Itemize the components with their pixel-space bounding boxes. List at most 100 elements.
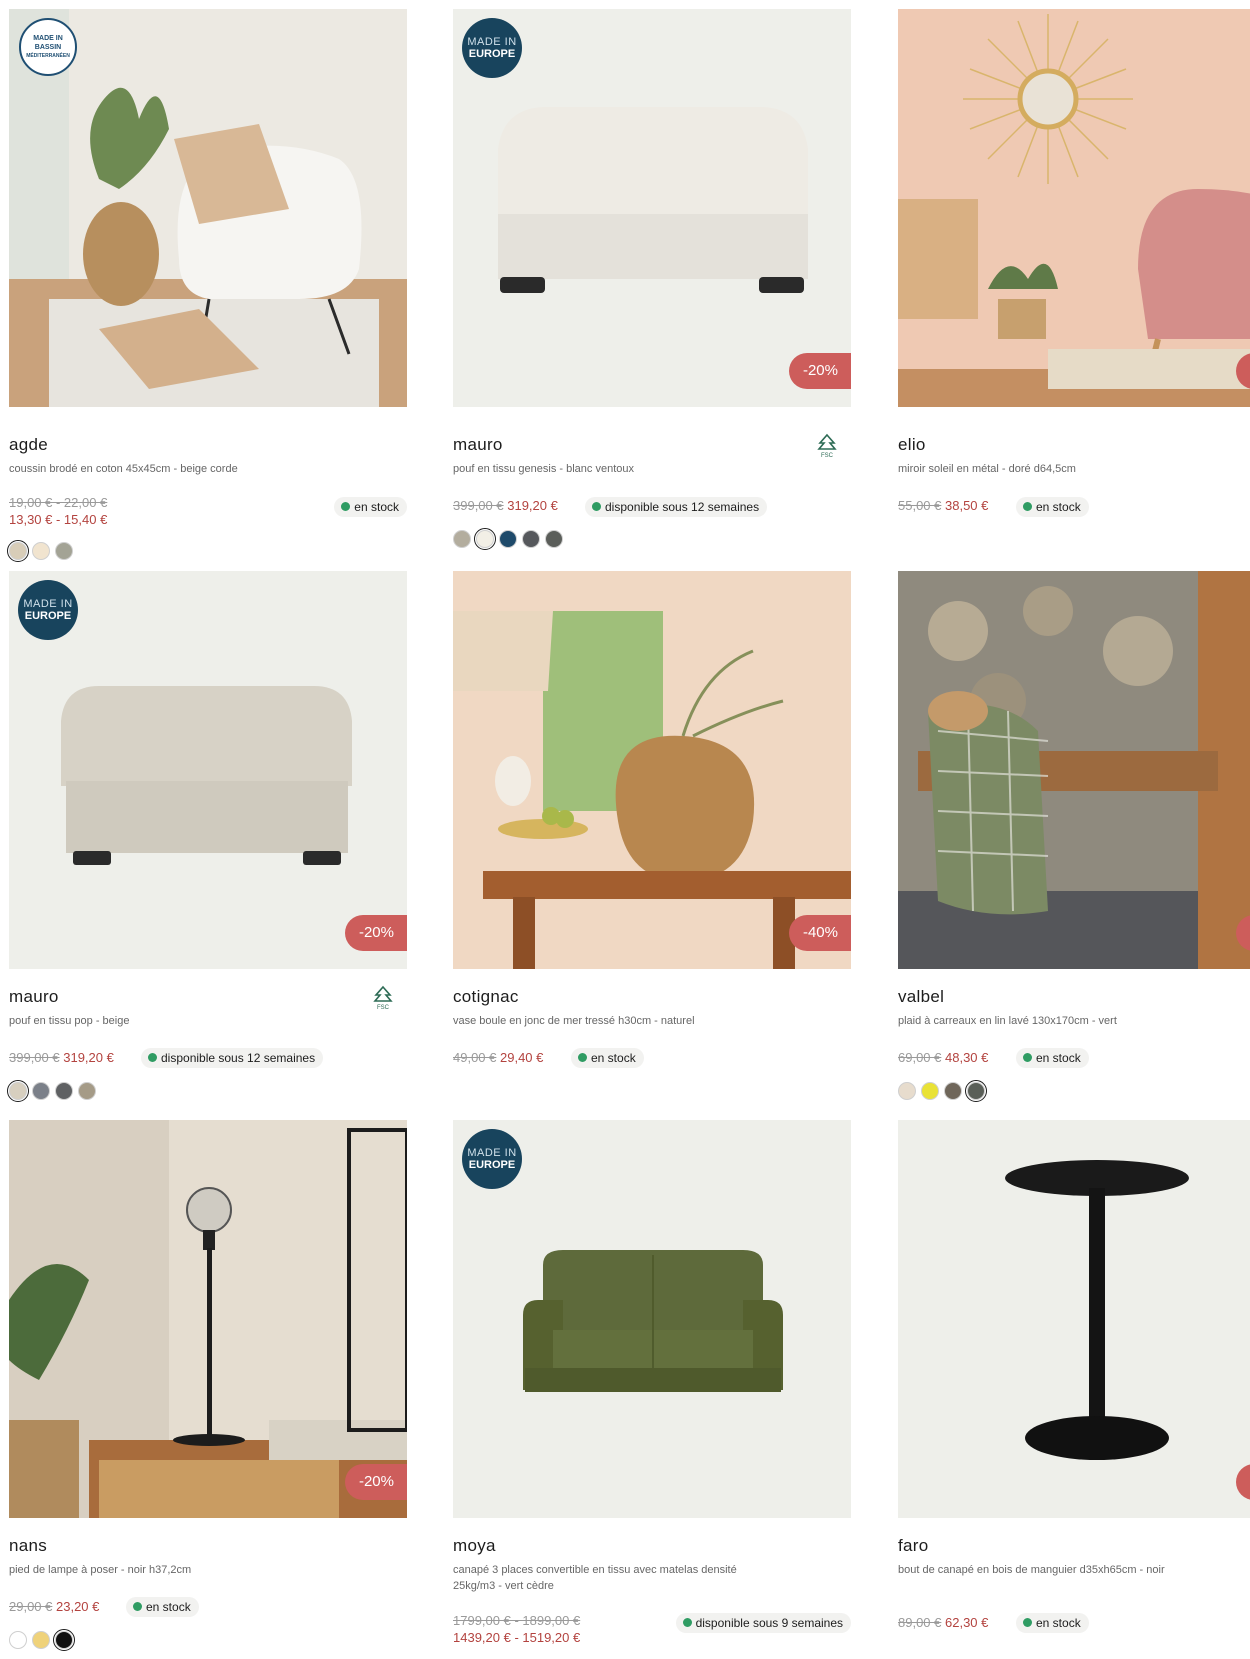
product-image[interactable]: MADE IN EUROPE: [453, 1120, 851, 1518]
stock-badge: en stock: [1016, 1048, 1089, 1068]
color-swatch[interactable]: [474, 528, 496, 550]
made-in-europe-badge: MADE IN EUROPE: [18, 580, 78, 640]
color-swatch[interactable]: [499, 530, 517, 548]
fsc-icon: FSC: [817, 433, 837, 459]
old-price: 399,00 €: [453, 498, 504, 513]
woven-vase-photo: [453, 571, 851, 969]
product-name[interactable]: valbel: [898, 987, 944, 1007]
stock-dot-icon: [148, 1053, 157, 1062]
product-image[interactable]: -40%: [453, 571, 851, 969]
product-image[interactable]: [898, 571, 1250, 969]
product-name[interactable]: faro: [898, 1536, 929, 1556]
old-price: 1799,00 € - 1899,00 €: [453, 1613, 581, 1628]
product-image[interactable]: MADE IN BASSIN MÉDITERRANÉEN: [9, 9, 407, 407]
lamp-photo: [9, 1120, 407, 1518]
product-description: pouf en tissu pop - beige: [9, 1015, 130, 1027]
product-price: 89,00 € 62,30 €: [898, 1614, 988, 1631]
product-name[interactable]: nans: [9, 1536, 47, 1556]
old-price: 89,00 €: [898, 1615, 942, 1630]
sale-price: 48,30 €: [945, 1050, 989, 1065]
product-name[interactable]: agde: [9, 435, 48, 455]
svg-text:FSC: FSC: [821, 453, 834, 459]
product-card[interactable]: -40% cotignac vase boule en jonc de mer …: [453, 571, 851, 1068]
discount-badge: -20%: [344, 915, 407, 951]
product-price: 1799,00 € - 1899,00 € 1439,20 € - 1519,2…: [453, 1612, 580, 1646]
color-swatches: [7, 1080, 96, 1102]
sale-price: 62,30 €: [945, 1615, 989, 1630]
color-swatch[interactable]: [55, 542, 73, 560]
color-swatch[interactable]: [898, 1082, 916, 1100]
product-image[interactable]: MADE IN EUROPE -20%: [453, 9, 851, 407]
product-price: 55,00 € 38,50 €: [898, 497, 988, 514]
color-swatch[interactable]: [522, 530, 540, 548]
product-description: coussin brodé en coton 45x45cm - beige c…: [9, 463, 238, 475]
product-card[interactable]: -20% nans pied de lampe à poser - noir h…: [9, 1120, 407, 1651]
product-name[interactable]: mauro: [9, 987, 59, 1007]
color-swatch[interactable]: [453, 530, 471, 548]
stock-badge: en stock: [1016, 497, 1089, 517]
product-price: 69,00 € 48,30 €: [898, 1049, 988, 1066]
product-image[interactable]: MADE IN EUROPE -20%: [9, 571, 407, 969]
color-swatch[interactable]: [944, 1082, 962, 1100]
color-swatch[interactable]: [921, 1082, 939, 1100]
svg-text:FSC: FSC: [377, 1005, 390, 1011]
old-price: 19,00 € - 22,00 €: [9, 495, 108, 510]
product-name[interactable]: moya: [453, 1536, 496, 1556]
stock-dot-icon: [592, 502, 601, 511]
color-swatch[interactable]: [78, 1082, 96, 1100]
side-table-photo: [898, 1120, 1250, 1518]
stock-badge: en stock: [334, 497, 407, 517]
stock-badge: en stock: [571, 1048, 644, 1068]
made-in-bassin-badge: MADE IN BASSIN MÉDITERRANÉEN: [19, 18, 77, 76]
product-price: 29,00 € 23,20 €: [9, 1598, 99, 1615]
product-image[interactable]: [898, 9, 1250, 407]
stock-dot-icon: [578, 1053, 587, 1062]
product-card[interactable]: MADE IN EUROPE -20% mauro FSC pouf en ti…: [453, 9, 851, 550]
fsc-icon: FSC: [373, 985, 393, 1011]
stock-dot-icon: [133, 1602, 142, 1611]
stock-badge: disponible sous 9 semaines: [675, 1613, 851, 1633]
product-card[interactable]: valbel plaid à carreaux en lin lavé 130x…: [898, 571, 1250, 1102]
product-card[interactable]: elio miroir soleil en métal - doré d64,5…: [898, 9, 1250, 517]
product-price: 399,00 € 319,20 €: [9, 1049, 114, 1066]
product-name[interactable]: mauro: [453, 435, 503, 455]
color-swatch[interactable]: [55, 1082, 73, 1100]
product-card[interactable]: MADE IN BASSIN MÉDITERRANÉEN agde coussi…: [7, 9, 407, 562]
color-swatches: [7, 540, 73, 562]
product-image[interactable]: [898, 1120, 1250, 1518]
product-description: pouf en tissu genesis - blanc ventoux: [453, 463, 635, 475]
sale-price: 23,20 €: [56, 1599, 100, 1614]
product-description: plaid à carreaux en lin lavé 130x170cm -…: [898, 1015, 1117, 1027]
discount-badge: -40%: [788, 915, 851, 951]
discount-badge: -20%: [344, 1464, 407, 1500]
sun-mirror-photo: [898, 9, 1250, 407]
old-price: 399,00 €: [9, 1050, 60, 1065]
product-description: vase boule en jonc de mer tressé h30cm -…: [453, 1015, 695, 1027]
color-swatch[interactable]: [32, 1082, 50, 1100]
product-description: miroir soleil en métal - doré d64,5cm: [898, 463, 1076, 475]
color-swatch[interactable]: [53, 1629, 75, 1651]
product-name[interactable]: cotignac: [453, 987, 519, 1007]
product-card[interactable]: faro bout de canapé en bois de manguier …: [898, 1120, 1250, 1633]
color-swatch[interactable]: [965, 1080, 987, 1102]
color-swatches: [9, 1629, 75, 1651]
sale-price: 13,30 € - 15,40 €: [9, 512, 108, 527]
made-in-europe-badge: MADE IN EUROPE: [462, 1129, 522, 1189]
product-price: 19,00 € - 22,00 € 13,30 € - 15,40 €: [9, 494, 107, 528]
color-swatch[interactable]: [545, 530, 563, 548]
discount-badge: -20%: [788, 353, 851, 389]
stock-badge: disponible sous 12 semaines: [141, 1048, 324, 1068]
color-swatch[interactable]: [7, 1080, 29, 1102]
color-swatches: [453, 528, 563, 550]
product-image[interactable]: -20%: [9, 1120, 407, 1518]
color-swatch[interactable]: [7, 540, 29, 562]
color-swatch[interactable]: [32, 542, 50, 560]
color-swatch[interactable]: [32, 1631, 50, 1649]
sale-price: 319,20 €: [63, 1050, 114, 1065]
product-name[interactable]: elio: [898, 435, 926, 455]
color-swatch[interactable]: [9, 1631, 27, 1649]
product-description: pied de lampe à poser - noir h37,2cm: [9, 1564, 192, 1576]
product-card[interactable]: MADE IN EUROPE moya canapé 3 places conv…: [453, 1120, 851, 1645]
stock-badge: en stock: [126, 1597, 199, 1617]
product-card[interactable]: MADE IN EUROPE -20% mauro FSC pouf en ti…: [7, 571, 407, 1102]
